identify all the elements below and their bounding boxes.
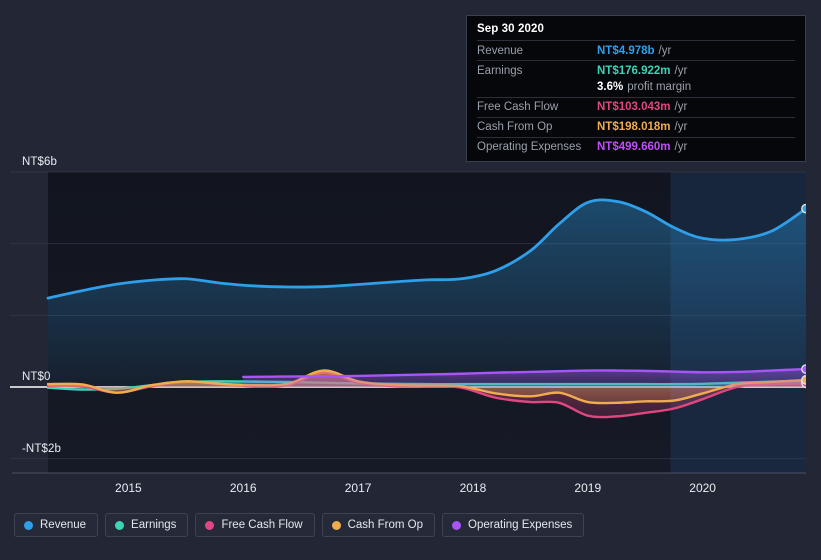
tooltip-row-unit: profit margin bbox=[627, 81, 692, 93]
tooltip-row: Free Cash Flow NT$103.043m/yr bbox=[477, 96, 795, 117]
legend-color-dot-icon bbox=[115, 520, 125, 530]
y-tick-label: -NT$2b bbox=[22, 442, 61, 455]
legend-item-operating-expenses[interactable]: Operating Expenses bbox=[442, 513, 585, 537]
tooltip-row-value: NT$176.922m bbox=[597, 64, 671, 77]
legend-color-dot-icon bbox=[205, 520, 215, 530]
y-tick-label: NT$0 bbox=[22, 371, 51, 383]
chart-legend: Revenue Earnings Free Cash Flow Cash From O… bbox=[14, 513, 585, 537]
right-gutter bbox=[806, 0, 821, 500]
x-tick-label: 2015 bbox=[115, 481, 142, 495]
y-tick-label: NT$6b bbox=[22, 156, 58, 168]
tooltip-row-label: Cash From Op bbox=[477, 121, 553, 133]
legend-item-label: Operating Expenses bbox=[468, 519, 573, 531]
legend-item-revenue[interactable]: Revenue bbox=[14, 513, 99, 537]
tooltip-row-value: NT$499.660m bbox=[597, 141, 671, 153]
tooltip-row-unit: /yr bbox=[674, 101, 688, 113]
tooltip-date: Sep 30 2020 bbox=[477, 23, 544, 35]
tooltip-row-value: NT$4.978b bbox=[597, 44, 655, 57]
tooltip-rows: Revenue NT$4.978b/yr Earnings NT$176.922m/y… bbox=[477, 40, 795, 157]
tooltip-row: 3.6% profit margin bbox=[477, 80, 795, 97]
tooltip-row-label: Operating Expenses bbox=[477, 141, 582, 153]
legend-color-dot-icon bbox=[24, 520, 33, 530]
x-tick-label: 2018 bbox=[459, 481, 487, 495]
tooltip-row-value: 3.6% bbox=[597, 81, 624, 93]
legend-item-label: Cash From Op bbox=[347, 519, 424, 531]
legend-color-dot-icon bbox=[452, 520, 462, 530]
chart-tooltip: Sep 30 2020 Revenue NT$4.978b/yr Earnings N… bbox=[466, 15, 806, 162]
x-tick-label: 2020 bbox=[689, 481, 716, 495]
legend-item-label: Earnings bbox=[131, 519, 177, 531]
tooltip-row: Revenue NT$4.978b/yr bbox=[477, 40, 795, 60]
tooltip-row-unit: /yr bbox=[674, 64, 688, 77]
x-tick-label: 2017 bbox=[344, 481, 372, 495]
tooltip-row-value: NT$103.043m bbox=[597, 101, 671, 113]
tooltip-row-label: Free Cash Flow bbox=[477, 101, 559, 113]
tooltip-row-label: Earnings bbox=[477, 64, 523, 77]
tooltip-row-unit: /yr bbox=[658, 44, 672, 57]
legend-item-label: Revenue bbox=[40, 519, 87, 531]
legend-item-cash-from-op[interactable]: Cash From Op bbox=[321, 513, 436, 537]
legend-color-dot-icon bbox=[331, 520, 341, 530]
tooltip-row: Operating Expenses NT$499.660m/yr bbox=[477, 136, 795, 157]
tooltip-row: Earnings NT$176.922m/yr bbox=[477, 60, 795, 80]
tooltip-row-unit: /yr bbox=[674, 141, 688, 153]
x-tick-label: 2019 bbox=[574, 481, 602, 495]
x-tick-label: 2016 bbox=[229, 481, 257, 495]
legend-item-earnings[interactable]: Earnings bbox=[105, 513, 189, 537]
legend-item-label: Free Cash Flow bbox=[221, 519, 303, 531]
legend-item-free-cash-flow[interactable]: Free Cash Flow bbox=[195, 513, 315, 537]
tooltip-row-label: Revenue bbox=[477, 44, 524, 57]
tooltip-row: Cash From Op NT$198.018m/yr bbox=[477, 116, 795, 137]
tooltip-row-unit: /yr bbox=[674, 121, 688, 133]
tooltip-row-value: NT$198.018m bbox=[597, 121, 671, 133]
